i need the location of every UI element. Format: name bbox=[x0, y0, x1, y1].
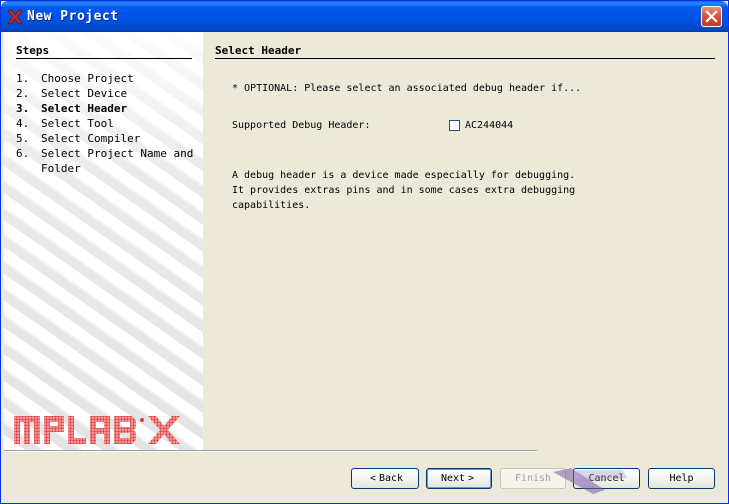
step-3-current: 3. Select Header bbox=[16, 101, 198, 116]
steps-list: 1. Choose Project 2. Select Device 3. Se… bbox=[16, 71, 198, 176]
page-title: Select Header bbox=[215, 44, 302, 57]
mplab-x-logo bbox=[14, 416, 180, 444]
step-2: 2. Select Device bbox=[16, 86, 198, 101]
step-number: 6. bbox=[16, 147, 30, 160]
step-4: 4. Select Tool bbox=[16, 116, 198, 131]
next-button[interactable]: Next > bbox=[426, 468, 492, 489]
content-panel: Select Header * OPTIONAL: Please select … bbox=[203, 32, 728, 451]
debug-header-description: A debug header is a device made especial… bbox=[232, 168, 592, 213]
step-number: 2. bbox=[16, 87, 30, 100]
steps-divider bbox=[16, 58, 192, 59]
debug-header-option-label[interactable]: AC244044 bbox=[465, 120, 513, 131]
description-line: It provides extras pins and in some case… bbox=[232, 185, 576, 196]
back-button-label: Back bbox=[378, 473, 404, 484]
help-button[interactable]: Help bbox=[648, 468, 715, 489]
description-line: A debug header is a device made especial… bbox=[232, 170, 576, 181]
close-icon bbox=[705, 10, 718, 23]
step-label: Select Tool bbox=[41, 117, 114, 130]
back-arrow-icon: < bbox=[369, 473, 376, 484]
mplab-x-icon bbox=[7, 9, 23, 25]
window-title: New Project bbox=[27, 9, 119, 24]
finish-button-label: Finish bbox=[514, 473, 552, 484]
step-label: Choose Project bbox=[41, 72, 134, 85]
debug-header-checkbox[interactable] bbox=[449, 120, 460, 131]
step-number: 4. bbox=[16, 117, 30, 130]
step-number: 1. bbox=[16, 72, 30, 85]
next-arrow-icon: > bbox=[468, 473, 475, 484]
title-bar[interactable]: New Project bbox=[1, 1, 728, 32]
description-line: capabilities. bbox=[232, 200, 311, 211]
title-divider bbox=[215, 58, 715, 59]
step-5: 5. Select Compiler bbox=[16, 131, 198, 146]
watermark-overlay bbox=[553, 468, 627, 494]
new-project-dialog: New Project Steps 1. Choose Project 2. S… bbox=[0, 0, 729, 504]
back-button[interactable]: < Back bbox=[351, 468, 419, 489]
next-button-label: Next bbox=[440, 473, 466, 484]
close-button[interactable] bbox=[701, 6, 722, 27]
step-label: Select Project Name and Folder bbox=[41, 147, 194, 175]
step-label: Select Device bbox=[41, 87, 128, 100]
steps-panel: Steps 1. Choose Project 2. Select Device… bbox=[4, 32, 203, 451]
debug-header-label: Supported Debug Header: bbox=[232, 120, 371, 131]
step-label: Select Compiler bbox=[41, 132, 141, 145]
footer-divider-highlight bbox=[4, 451, 537, 452]
step-1: 1. Choose Project bbox=[16, 71, 198, 86]
step-label: Select Header bbox=[41, 102, 128, 115]
step-number: 3. bbox=[16, 102, 30, 115]
help-button-label: Help bbox=[669, 473, 694, 484]
step-6: 6. Select Project Name and Folder bbox=[16, 146, 198, 176]
steps-title: Steps bbox=[16, 44, 50, 57]
step-number: 5. bbox=[16, 132, 30, 145]
optional-instruction: * OPTIONAL: Please select an associated … bbox=[232, 83, 582, 94]
